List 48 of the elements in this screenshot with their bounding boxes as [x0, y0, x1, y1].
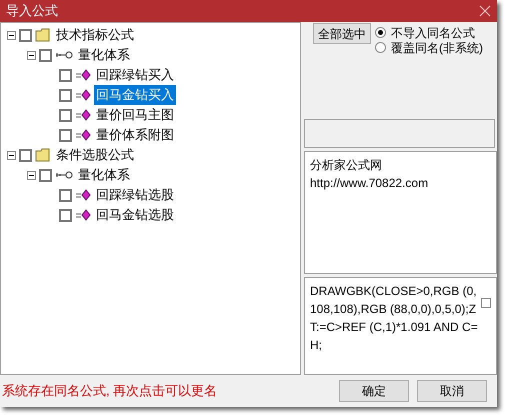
tree-item[interactable]: 条件选股公式: [54, 145, 136, 165]
source-code: DRAWGBK(CLOSE>0,RGB (0,108,108),RGB (88,0,0),0,5,0);ZT:=C>REF (C,1)*1.091 AND C=H;: [310, 283, 479, 354]
checkbox[interactable]: [59, 88, 72, 102]
formula-icon: [75, 129, 91, 141]
tree-item[interactable]: 回马金钻选股: [94, 205, 176, 225]
radio-label[interactable]: 覆盖同名(非系统): [391, 38, 483, 56]
close-icon[interactable]: [479, 5, 491, 17]
tree-item[interactable]: 回马金钻买入: [94, 85, 176, 105]
key-icon: [55, 51, 73, 59]
folder-icon: [35, 28, 51, 42]
checkbox[interactable]: [59, 108, 72, 122]
formula-icon: [75, 89, 91, 101]
checkbox[interactable]: [59, 188, 72, 202]
checkbox[interactable]: [59, 68, 72, 82]
formula-icon: [75, 209, 91, 221]
radio-button[interactable]: [375, 42, 386, 53]
folder-icon: [35, 148, 51, 162]
collapse-icon[interactable]: [7, 30, 16, 40]
tree-item[interactable]: 量价回马主图: [94, 105, 176, 125]
formula-icon: [75, 69, 91, 81]
radio-label[interactable]: 不导入同名公式: [391, 24, 475, 42]
window-title: 导入公式: [6, 2, 58, 20]
radio-button[interactable]: [375, 27, 386, 38]
tree-item[interactable]: 回踩绿钻选股: [94, 185, 176, 205]
checkbox[interactable]: [19, 28, 32, 42]
description-line: http://www.70822.com: [310, 175, 430, 192]
tree-item[interactable]: 量化体系: [76, 165, 132, 185]
tree-item[interactable]: 量化体系: [76, 45, 132, 65]
status-message: 系统存在同名公式, 再次点击可以更名: [1, 382, 218, 400]
checkbox[interactable]: [39, 48, 52, 62]
tree-item[interactable]: 量价体系附图: [94, 125, 176, 145]
formula-icon: [75, 189, 91, 201]
dialog-button[interactable]: 确定: [339, 380, 409, 402]
checkbox[interactable]: [59, 128, 72, 142]
tree-item[interactable]: 回踩绿钻买入: [94, 65, 176, 85]
select-all-button[interactable]: 全部选中: [313, 23, 371, 44]
tree-item[interactable]: 技术指标公式: [54, 25, 136, 45]
checkbox[interactable]: [19, 148, 32, 162]
description-line: 分析家公式网: [310, 157, 383, 174]
formula-icon: [75, 109, 91, 121]
collapse-icon[interactable]: [27, 170, 36, 180]
dialog-button[interactable]: 取消: [417, 380, 487, 402]
checkbox[interactable]: [481, 298, 491, 308]
key-icon: [55, 171, 73, 179]
checkbox[interactable]: [59, 208, 72, 222]
collapse-icon[interactable]: [7, 150, 16, 160]
collapse-icon[interactable]: [27, 50, 36, 60]
checkbox[interactable]: [39, 168, 52, 182]
